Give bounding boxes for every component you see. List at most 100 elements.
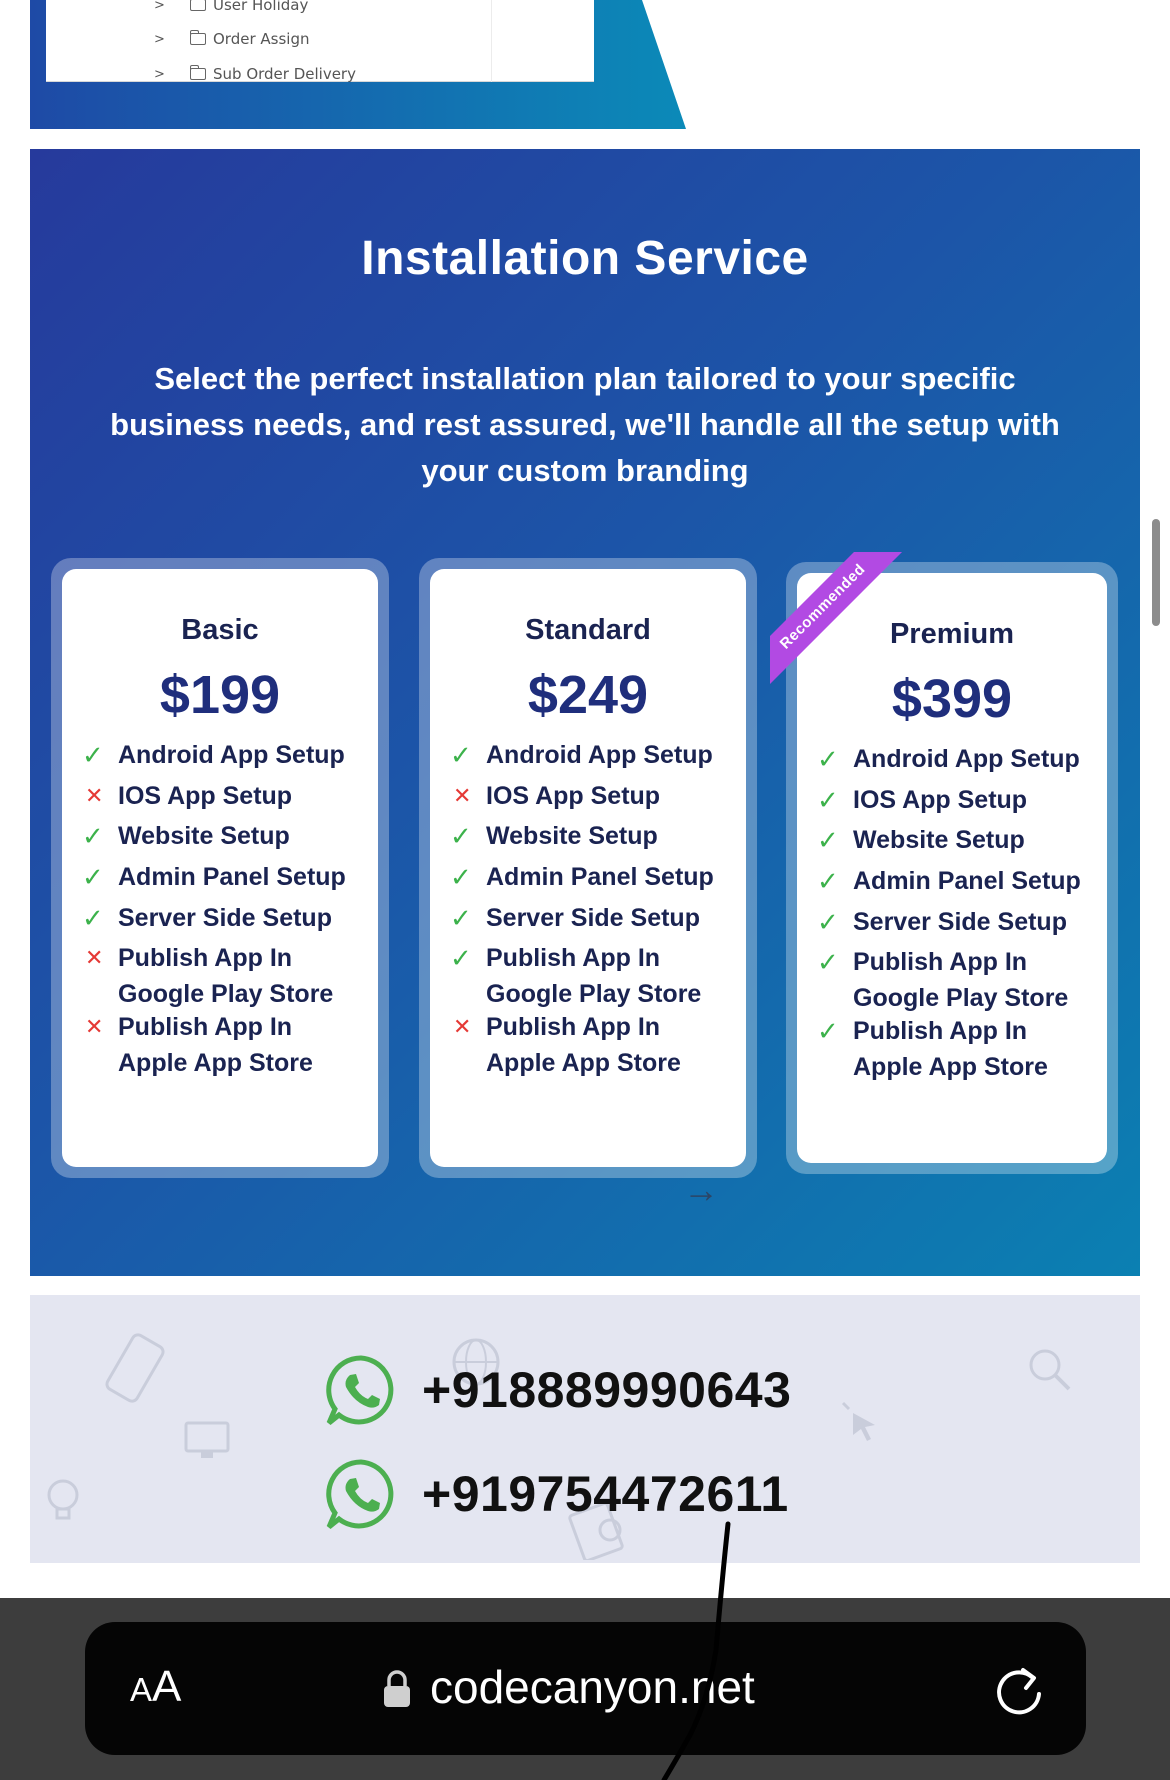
scrollbar[interactable] — [1152, 519, 1160, 626]
plan-name: Standard — [525, 614, 651, 646]
check-icon: ✓ — [817, 907, 839, 937]
feature-item: ✓ Admin Panel Setup — [82, 859, 346, 895]
folder-icon — [190, 65, 206, 80]
feature-item: ✕ Publish App In Apple App Store — [450, 1009, 681, 1081]
plan-card-inner: Standard $249 ✓ Android App Setup ✕ IOS App… — [430, 569, 746, 1167]
whatsapp-icon — [326, 1459, 394, 1529]
cross-icon: ✕ — [85, 783, 104, 808]
address-bar[interactable]: AA codecanyon.net — [85, 1622, 1086, 1755]
cross-icon: ✕ — [85, 1014, 104, 1039]
aa-large-label: A — [152, 1662, 182, 1711]
cross-icon: ✕ — [85, 945, 104, 970]
check-icon: ✓ — [817, 1016, 839, 1046]
feature-label: Website Setup — [486, 822, 658, 850]
plan-card-premium[interactable]: Premium $399 ✓ Android App Setup ✓ IOS App … — [770, 552, 1118, 1174]
plan-name: Basic — [181, 614, 259, 646]
check-icon: ✓ — [450, 943, 472, 973]
search-icon — [1029, 1349, 1071, 1391]
plan-price: $249 — [527, 665, 649, 725]
check-icon: ✓ — [450, 740, 472, 770]
feature-label: Website Setup — [118, 822, 290, 850]
check-icon: ✓ — [817, 947, 839, 977]
url-text[interactable]: codecanyon.net — [430, 1660, 755, 1714]
check-icon: ✓ — [817, 825, 839, 855]
check-icon: ✓ — [82, 821, 104, 851]
feature-label: Android App Setup — [853, 745, 1080, 773]
folder-icon — [190, 0, 206, 11]
cross-icon: ✕ — [453, 783, 472, 808]
tree-item-order-assign[interactable]: > Order Assign — [154, 26, 309, 52]
feature-label: Publish App In Google Play Store — [118, 944, 334, 1008]
check-icon: ✓ — [450, 862, 472, 892]
feature-item: ✓ Android App Setup — [817, 741, 1080, 777]
feature-item: ✕ IOS App Setup — [82, 778, 292, 814]
chevron-right-icon: > — [154, 66, 165, 82]
lock-icon — [384, 1670, 410, 1707]
feature-label: Admin Panel Setup — [118, 863, 346, 891]
tree-item-label: Sub Order Delivery — [213, 65, 356, 83]
feature-item: ✓ Website Setup — [817, 822, 1025, 858]
folder-icon — [190, 30, 206, 45]
feature-item: ✓ Android App Setup — [82, 737, 345, 773]
whatsapp-contact-2[interactable]: +919754472611 — [324, 1457, 789, 1531]
feature-label: Server Side Setup — [486, 904, 700, 932]
check-icon: ✓ — [817, 785, 839, 815]
feature-label: Admin Panel Setup — [853, 867, 1081, 895]
reader-settings-button[interactable]: AA — [130, 1662, 181, 1712]
recommended-ribbon: Recommended — [770, 552, 910, 692]
check-icon: ✓ — [82, 740, 104, 770]
arrow-right-icon[interactable]: → — [683, 1169, 719, 1211]
feature-label: Publish App In Apple App Store — [118, 1013, 313, 1077]
feature-label: IOS App Setup — [118, 782, 293, 810]
plan-card-inner: Basic $199 ✓ Android App Setup ✕ IOS App Se… — [62, 569, 378, 1167]
feature-item: ✓ Android App Setup — [450, 737, 713, 773]
feature-item: ✓ Server Side Setup — [450, 900, 700, 936]
plan-card-basic[interactable]: Basic $199 ✓ Android App Setup ✕ IOS App Se… — [51, 558, 389, 1178]
feature-item: ✓ Website Setup — [82, 818, 290, 854]
phone-number[interactable]: +919754472611 — [422, 1465, 789, 1523]
section-title: Installation Service — [361, 232, 809, 285]
feature-item: ✓ Admin Panel Setup — [817, 863, 1081, 899]
reload-icon[interactable] — [995, 1662, 1047, 1718]
installation-service-section: Installation Service Select the perfect … — [30, 149, 1140, 1276]
phone-icon — [105, 1333, 165, 1403]
top-banner: > User Holiday > Order Assign > Sub Orde… — [30, 0, 686, 129]
check-icon: ✓ — [817, 744, 839, 774]
feature-item: ✓ Publish App In Apple App Store — [817, 1013, 1048, 1085]
check-icon: ✓ — [450, 821, 472, 851]
plan-card-standard[interactable]: Standard $249 ✓ Android App Setup ✕ IOS App… — [419, 558, 757, 1178]
feature-label: Android App Setup — [486, 741, 713, 769]
section-subtitle: Select the perfect installation plan tai… — [110, 361, 1060, 488]
feature-item: ✓ IOS App Setup — [817, 782, 1027, 818]
feature-label: Server Side Setup — [853, 908, 1067, 936]
phone-number[interactable]: +918889990643 — [422, 1361, 791, 1419]
feature-item: ✓ Website Setup — [450, 818, 658, 854]
chevron-right-icon: > — [154, 0, 165, 13]
feature-label: IOS App Setup — [486, 782, 661, 810]
cursor-click-icon — [841, 1401, 875, 1441]
plan-price: $199 — [159, 665, 281, 725]
check-icon: ✓ — [82, 903, 104, 933]
check-icon: ✓ — [450, 903, 472, 933]
tree-menu-panel: > User Holiday > Order Assign > Sub Orde… — [46, 0, 594, 83]
feature-label: Server Side Setup — [118, 904, 332, 932]
aa-small-label: A — [130, 1671, 153, 1708]
ribbon-label: Recommended — [770, 552, 903, 687]
whatsapp-icon — [326, 1355, 394, 1425]
contact-section: +918889990643 +919754472611 — [30, 1295, 1140, 1563]
browser-toolbar: AA codecanyon.net — [0, 1598, 1170, 1780]
check-icon: ✓ — [82, 862, 104, 892]
feature-item: ✓ Publish App In Google Play Store — [450, 940, 701, 1012]
whatsapp-contact-1[interactable]: +918889990643 — [324, 1353, 791, 1427]
tree-item-sub-order-delivery[interactable]: > Sub Order Delivery — [154, 61, 356, 87]
feature-label: Publish App In Apple App Store — [486, 1013, 681, 1077]
check-icon: ✓ — [817, 866, 839, 896]
cross-icon: ✕ — [453, 1014, 472, 1039]
feature-item: ✓ Admin Panel Setup — [450, 859, 714, 895]
feature-item: ✓ Server Side Setup — [82, 900, 332, 936]
tree-item-user-holiday[interactable]: > User Holiday — [154, 0, 308, 18]
feature-item: ✕ Publish App In Google Play Store — [82, 940, 333, 1012]
feature-item: ✕ IOS App Setup — [450, 778, 660, 814]
feature-item: ✓ Server Side Setup — [817, 904, 1067, 940]
feature-label: Android App Setup — [118, 741, 345, 769]
